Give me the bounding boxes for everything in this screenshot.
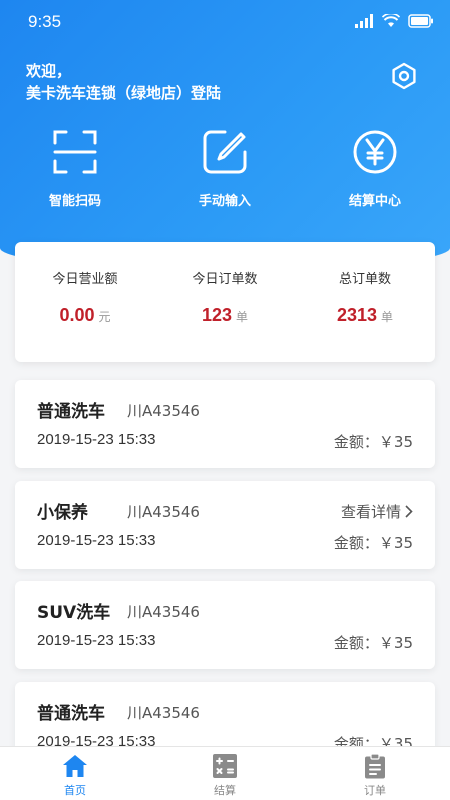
order-plate: 川A43546 [127, 704, 200, 722]
order-amount: 金额：￥35 [333, 433, 413, 451]
chevron-right-icon [405, 505, 413, 518]
status-time: 9:35 [28, 12, 62, 31]
order-card[interactable]: 普通洗车 川A43546 2019-15-23 15:33 金额：￥35 [15, 380, 435, 468]
stat-value: 0.00 [59, 305, 95, 325]
order-service: 普通洗车 [37, 402, 105, 422]
order-plate: 川A43546 [127, 603, 200, 621]
tab-label: 订单 [364, 784, 386, 797]
order-card[interactable]: SUV洗车 川A43546 2019-15-23 15:33 金额：￥35 [15, 581, 435, 669]
stat-unit: 元 [98, 310, 111, 324]
calculator-icon [213, 754, 237, 778]
order-date: 2019-15-23 15:33 [37, 532, 156, 549]
order-plate: 川A43546 [127, 503, 200, 521]
stat-total-orders: 总订单数 2313 单 [295, 242, 435, 362]
tab-label: 首页 [64, 784, 86, 797]
tab-orders[interactable]: 订单 [300, 747, 450, 800]
tab-home[interactable]: 首页 [0, 747, 150, 800]
settlement-center-label: 结算中心 [348, 194, 401, 209]
quick-actions: 智能扫码 手动输入 结算中心 [0, 128, 450, 209]
order-amount: 金额：￥35 [333, 534, 413, 552]
scan-button[interactable]: 智能扫码 [0, 128, 150, 209]
stat-value: 2313 [336, 305, 378, 325]
tab-settlement[interactable]: 结算 [150, 747, 300, 800]
clipboard-icon [365, 753, 385, 779]
home-icon [63, 755, 87, 777]
stat-label: 总订单数 [338, 272, 391, 287]
order-plate: 川A43546 [127, 402, 200, 420]
store-login-text: 美卡洗车连锁（绿地店）登陆 [26, 84, 222, 102]
order-amount: 金额：￥35 [333, 634, 413, 652]
bottom-tab-bar: 首页 结算 订单 [0, 746, 450, 800]
order-service: 小保养 [37, 503, 88, 523]
order-date: 2019-15-23 15:33 [37, 431, 156, 448]
battery-icon [408, 14, 433, 28]
order-card[interactable]: 小保养 川A43546 查看详情 2019-15-23 15:33 金额：￥35 [15, 481, 435, 569]
stat-unit: 单 [236, 310, 249, 324]
edit-icon [203, 130, 247, 174]
settings-icon[interactable] [390, 62, 418, 90]
signal-icon [355, 14, 373, 28]
tab-label: 结算 [214, 784, 236, 797]
stat-today-orders: 今日订单数 123 单 [155, 242, 295, 362]
order-date: 2019-15-23 15:33 [37, 632, 156, 649]
scan-label: 智能扫码 [48, 194, 101, 209]
scan-icon [53, 130, 97, 174]
view-details-link[interactable]: 查看详情 [341, 501, 413, 522]
welcome-text: 欢迎， 美卡洗车连锁（绿地店）登陆 [26, 60, 221, 104]
stat-today-revenue: 今日营业额 0.00 元 [15, 242, 155, 362]
stat-label: 今日订单数 [192, 272, 258, 287]
yen-icon [353, 130, 397, 174]
wifi-icon [382, 14, 400, 27]
status-bar: 9:35 [0, 0, 450, 44]
stat-value: 123 [201, 305, 233, 325]
stat-label: 今日营业额 [52, 272, 118, 287]
settlement-center-button[interactable]: 结算中心 [300, 128, 450, 209]
stats-card: 今日营业额 0.00 元 今日订单数 123 单 总订单数 2313 单 [15, 242, 435, 362]
order-service: SUV洗车 [37, 603, 111, 623]
order-service: 普通洗车 [37, 704, 105, 724]
stat-unit: 单 [381, 310, 394, 324]
welcome-greeting: 欢迎， [26, 62, 72, 80]
manual-input-label: 手动输入 [198, 194, 251, 209]
view-details-label: 查看详情 [340, 503, 401, 521]
manual-input-button[interactable]: 手动输入 [150, 128, 300, 209]
